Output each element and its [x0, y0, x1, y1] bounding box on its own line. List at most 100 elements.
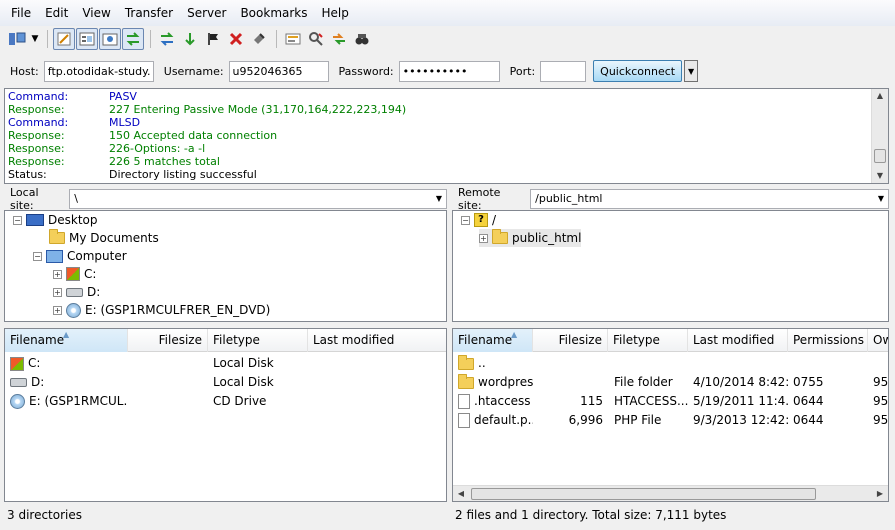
menu-transfer[interactable]: Transfer [118, 6, 180, 20]
list-item[interactable]: .htaccess 115 HTACCESS... 5/19/2011 11:4… [453, 392, 888, 411]
tree-item-drive-e[interactable]: + E: (GSP1RMCULFRER_EN_DVD) [53, 301, 270, 319]
expand-icon[interactable]: + [53, 287, 62, 297]
message-log[interactable]: Command: PASV Response: 227 Entering Pas… [4, 88, 889, 184]
tree-item-root[interactable]: − ? / [461, 211, 496, 229]
column-header-filetype[interactable]: Filetype [208, 329, 308, 352]
scroll-up-icon[interactable]: ▲ [872, 89, 888, 103]
file-name: .. [478, 356, 486, 370]
list-item[interactable]: D: Local Disk [5, 373, 446, 392]
column-header-filesize[interactable]: Filesize [533, 329, 608, 352]
menu-server[interactable]: Server [180, 6, 233, 20]
file-permissions: 0644 [793, 413, 824, 427]
list-item[interactable]: .. [453, 354, 888, 373]
file-name: E: (GSP1RMCUL... [29, 394, 128, 408]
file-name: default.p... [474, 413, 533, 427]
scroll-right-icon[interactable]: ▶ [872, 486, 888, 501]
search-icon[interactable] [351, 28, 373, 50]
column-header-owner[interactable]: Ow [868, 329, 888, 352]
reconnect-icon[interactable] [248, 28, 270, 50]
sort-ascending-icon: ▲ [63, 330, 70, 339]
password-label: Password: [338, 64, 394, 78]
scroll-thumb[interactable] [471, 488, 816, 500]
computer-icon [46, 249, 63, 263]
toolbar-separator [150, 30, 151, 48]
column-header-filesize[interactable]: Filesize [128, 329, 208, 352]
quickconnect-dropdown-icon[interactable]: ▼ [684, 60, 699, 82]
tree-item-drive-d[interactable]: + D: [53, 283, 100, 301]
expand-icon[interactable]: + [53, 269, 62, 279]
collapse-icon[interactable]: − [33, 251, 42, 261]
username-input[interactable] [228, 60, 329, 82]
file-name: C: [28, 356, 41, 370]
host-label: Host: [10, 64, 39, 78]
scroll-left-icon[interactable]: ◀ [453, 486, 469, 501]
tree-item-public-html[interactable]: + public_html [479, 229, 582, 247]
disconnect-icon[interactable] [225, 28, 247, 50]
file-size: 115 [580, 394, 603, 408]
toggle-remote-tree-icon[interactable] [99, 28, 121, 50]
menu-edit[interactable]: Edit [38, 6, 75, 20]
tree-item-drive-c[interactable]: + C: [53, 265, 96, 283]
directory-filter-icon[interactable] [282, 28, 304, 50]
remote-site-path[interactable]: /public_html ▼ [530, 189, 889, 209]
tree-item-desktop[interactable]: − Desktop [13, 211, 98, 229]
refresh-icon[interactable] [156, 28, 178, 50]
column-header-last-modified[interactable]: Last modified [308, 329, 446, 352]
menu-bookmarks[interactable]: Bookmarks [233, 6, 314, 20]
log-text: 226-Options: -a -l [109, 142, 206, 155]
host-input[interactable] [43, 60, 154, 82]
toolbar-separator [47, 30, 48, 48]
tree-item-label: C: [84, 267, 97, 281]
list-item[interactable]: wordpress File folder 4/10/2014 8:42:...… [453, 373, 888, 392]
toolbar-separator [276, 30, 277, 48]
column-header-permissions[interactable]: Permissions [788, 329, 868, 352]
toggle-queue-icon[interactable] [122, 28, 144, 50]
cancel-icon[interactable] [202, 28, 224, 50]
collapse-icon[interactable]: − [13, 215, 22, 225]
tree-item-label: Desktop [48, 213, 98, 227]
collapse-icon[interactable]: − [461, 215, 470, 225]
tree-item-label: Computer [67, 249, 127, 263]
menu-file[interactable]: File [4, 6, 38, 20]
file-modified: 5/19/2011 11:4... [693, 394, 788, 408]
port-input[interactable] [540, 60, 587, 82]
menu-help[interactable]: Help [315, 6, 356, 20]
chevron-down-icon[interactable]: ▼ [878, 194, 884, 203]
expand-icon[interactable]: + [479, 233, 488, 243]
tree-item-computer[interactable]: − Computer [33, 247, 127, 265]
tree-item-label: E: (GSP1RMCULFRER_EN_DVD) [85, 303, 271, 317]
list-item[interactable]: C: Local Disk [5, 354, 446, 373]
sort-ascending-icon: ▲ [511, 330, 518, 339]
log-scrollbar[interactable]: ▲ ▼ [871, 89, 888, 183]
log-text: MLSD [109, 116, 141, 129]
sync-browse-icon[interactable] [328, 28, 350, 50]
file-modified: 9/3/2013 12:42:... [693, 413, 788, 427]
column-header-filetype[interactable]: Filetype [608, 329, 688, 352]
tree-item-my-documents[interactable]: My Documents [49, 229, 159, 247]
remote-list-hscrollbar[interactable]: ◀ ▶ [453, 485, 888, 501]
menu-view[interactable]: View [75, 6, 117, 20]
dropdown-arrow-icon[interactable]: ▼ [29, 28, 41, 50]
compare-icon[interactable] [305, 28, 327, 50]
local-file-list: ▲ Filename Filesize Filetype Last modifi… [4, 328, 447, 502]
column-header-filename[interactable]: ▲ Filename [5, 329, 128, 352]
list-item[interactable]: default.p... 6,996 PHP File 9/3/2013 12:… [453, 411, 888, 430]
local-site-path[interactable]: \ ▼ [69, 189, 447, 209]
expand-icon[interactable]: + [53, 305, 62, 315]
scroll-down-icon[interactable]: ▼ [872, 169, 888, 183]
scroll-thumb[interactable] [874, 149, 886, 163]
list-item[interactable]: E: (GSP1RMCUL... CD Drive [5, 392, 446, 411]
password-input[interactable] [398, 60, 500, 82]
toggle-log-icon[interactable] [53, 28, 75, 50]
site-manager-icon[interactable] [6, 28, 28, 50]
column-header-filename[interactable]: ▲ Filename [453, 329, 533, 352]
process-queue-icon[interactable] [179, 28, 201, 50]
file-type: HTACCESS... [614, 394, 688, 408]
chevron-down-icon[interactable]: ▼ [436, 194, 442, 203]
remote-status-bar: 2 files and 1 directory. Total size: 7,1… [452, 505, 889, 525]
remote-file-list: ▲ Filename Filesize Filetype Last modifi… [452, 328, 889, 502]
column-header-last-modified[interactable]: Last modified [688, 329, 788, 352]
tree-item-label: My Documents [69, 231, 159, 245]
quickconnect-button[interactable]: Quickconnect [593, 60, 683, 82]
toggle-local-tree-icon[interactable] [76, 28, 98, 50]
